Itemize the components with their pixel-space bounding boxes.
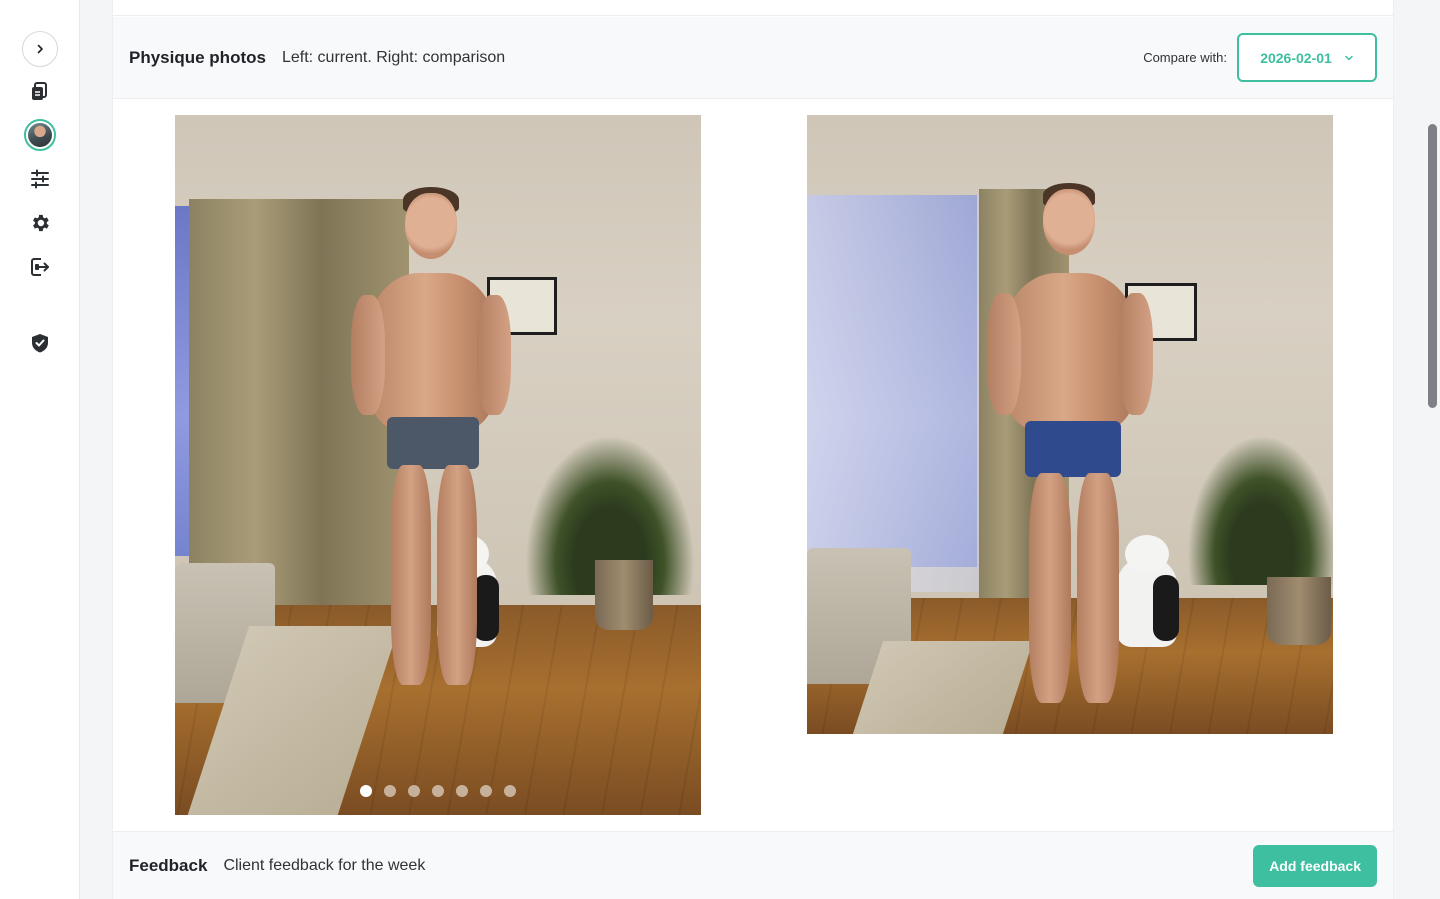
compare-date-value: 2026-02-01 <box>1260 49 1332 66</box>
gear-icon <box>33 214 49 232</box>
sliders-icon <box>31 169 49 189</box>
main-content: Physique photos Left: current. Right: co… <box>112 0 1394 899</box>
sidebar-item-security[interactable] <box>18 321 62 365</box>
carousel-dot[interactable] <box>408 785 420 797</box>
physique-subtitle: Left: current. Right: comparison <box>281 48 506 66</box>
comparison-physique-photo[interactable] <box>807 115 1333 734</box>
sidebar-item-client-avatar[interactable] <box>18 113 62 157</box>
documents-icon <box>32 82 47 100</box>
carousel-dot[interactable] <box>384 785 396 797</box>
compare-label: Compare with: <box>1143 50 1227 65</box>
sidebar-item-settings[interactable] <box>18 201 62 245</box>
expand-sidebar-button[interactable] <box>22 31 58 67</box>
add-feedback-button[interactable]: Add feedback <box>1253 844 1377 887</box>
feedback-header: Feedback Client feedback for the week Ad… <box>113 831 1393 899</box>
sidebar-item-adjustments[interactable] <box>18 157 62 201</box>
carousel-dot[interactable] <box>480 785 492 797</box>
current-physique-photo[interactable] <box>175 115 701 815</box>
logout-icon <box>31 258 49 276</box>
physique-title: Physique photos <box>129 47 266 67</box>
chevron-right-icon <box>37 44 43 54</box>
feedback-subtitle: Client feedback for the week <box>223 856 426 874</box>
scrollbar-thumb[interactable] <box>1428 124 1437 408</box>
carousel-dot[interactable] <box>360 785 372 797</box>
sidebar-item-documents[interactable] <box>18 69 62 113</box>
avatar-icon <box>28 123 52 147</box>
shield-check-icon <box>32 334 48 353</box>
photo-carousel-indicators <box>175 785 701 797</box>
physique-photos-header: Physique photos Left: current. Right: co… <box>113 17 1393 99</box>
carousel-dot[interactable] <box>456 785 468 797</box>
carousel-dot[interactable] <box>504 785 516 797</box>
previous-section-edge <box>113 0 1393 16</box>
page-scrollbar[interactable] <box>1424 0 1440 899</box>
carousel-dot[interactable] <box>432 785 444 797</box>
sidebar-item-logout[interactable] <box>18 245 62 289</box>
feedback-title: Feedback <box>129 855 208 875</box>
avatar <box>24 119 56 151</box>
compare-date-select[interactable]: 2026-02-01 <box>1237 33 1377 82</box>
sidebar <box>0 0 80 899</box>
chevron-down-icon <box>1345 55 1353 60</box>
